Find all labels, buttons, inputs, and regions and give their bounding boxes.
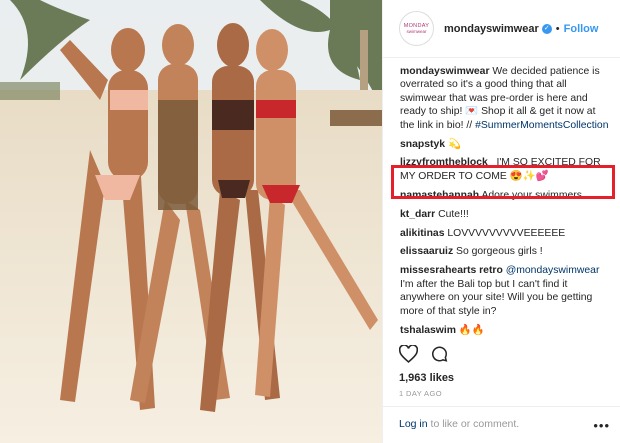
highlight-box — [391, 165, 615, 199]
comment-username[interactable]: alikitinas — [400, 228, 444, 239]
comment-icon[interactable] — [430, 345, 449, 363]
post-sidebar: MONDAY swimwear mondayswimwear ✓ • Follo… — [382, 0, 620, 443]
profile-avatar[interactable]: MONDAY swimwear — [399, 11, 434, 46]
heart-icon[interactable] — [399, 345, 418, 363]
comment-item: missesrahearts retro @mondayswimwear I'm… — [400, 264, 612, 318]
comment-item: alikitinas LOVVVVVVVVVEEEEEE — [400, 227, 612, 240]
comment-item: kt_darr Cute!!! — [400, 208, 612, 221]
comment-username[interactable]: kt_darr — [400, 209, 435, 220]
comment-username[interactable]: elissaaruiz — [400, 246, 453, 257]
header-separator: • — [555, 22, 560, 35]
more-options-icon[interactable]: ••• — [593, 418, 610, 433]
login-link[interactable]: Log in — [399, 418, 428, 430]
comment-item: tshalaswim 🔥🔥 — [400, 324, 612, 337]
avatar-logo-subtext: swimwear — [406, 29, 427, 34]
likes-count[interactable]: 1,963 likes — [399, 372, 454, 384]
comment-text: Cute!!! — [438, 208, 469, 220]
comment-mention[interactable]: @mondayswimwear — [506, 265, 600, 276]
comment-text: I'm after the Bali top but I can't find … — [400, 278, 593, 317]
comment-username[interactable]: snapstyk — [400, 139, 445, 150]
comment-username[interactable]: tshalaswim — [400, 325, 456, 336]
caption-username[interactable]: mondayswimwear — [400, 66, 490, 77]
post-header: MONDAY swimwear mondayswimwear ✓ • Follo… — [383, 0, 620, 58]
action-bar — [399, 345, 449, 363]
comment-text: 💫 — [447, 138, 461, 150]
login-prompt: Log in to like or comment. — [383, 406, 620, 430]
post-photo[interactable] — [0, 0, 382, 443]
header-username[interactable]: mondayswimwear — [444, 23, 539, 35]
follow-button[interactable]: Follow — [564, 23, 599, 35]
caption-hashtag[interactable]: #SummerMomentsCollection — [475, 120, 608, 131]
comment-item: elissaaruiz So gorgeous girls ! — [400, 245, 612, 258]
comment-item: snapstyk 💫 — [400, 138, 612, 151]
comments-list: mondayswimwear We decided patience is ov… — [400, 65, 612, 342]
caption: mondayswimwear We decided patience is ov… — [400, 65, 612, 132]
instagram-post: MONDAY swimwear mondayswimwear ✓ • Follo… — [0, 0, 620, 443]
comment-username[interactable]: missesrahearts retro — [400, 265, 503, 276]
login-prompt-text: to like or comment. — [427, 418, 520, 430]
beach-photo-illustration — [0, 0, 382, 443]
comment-text: So gorgeous girls ! — [456, 246, 543, 258]
comment-text: LOVVVVVVVVVEEEEEE — [447, 227, 566, 239]
verified-badge-icon: ✓ — [541, 23, 552, 34]
post-age: 1 DAY AGO — [399, 389, 442, 398]
comment-text: 🔥🔥 — [458, 324, 485, 336]
